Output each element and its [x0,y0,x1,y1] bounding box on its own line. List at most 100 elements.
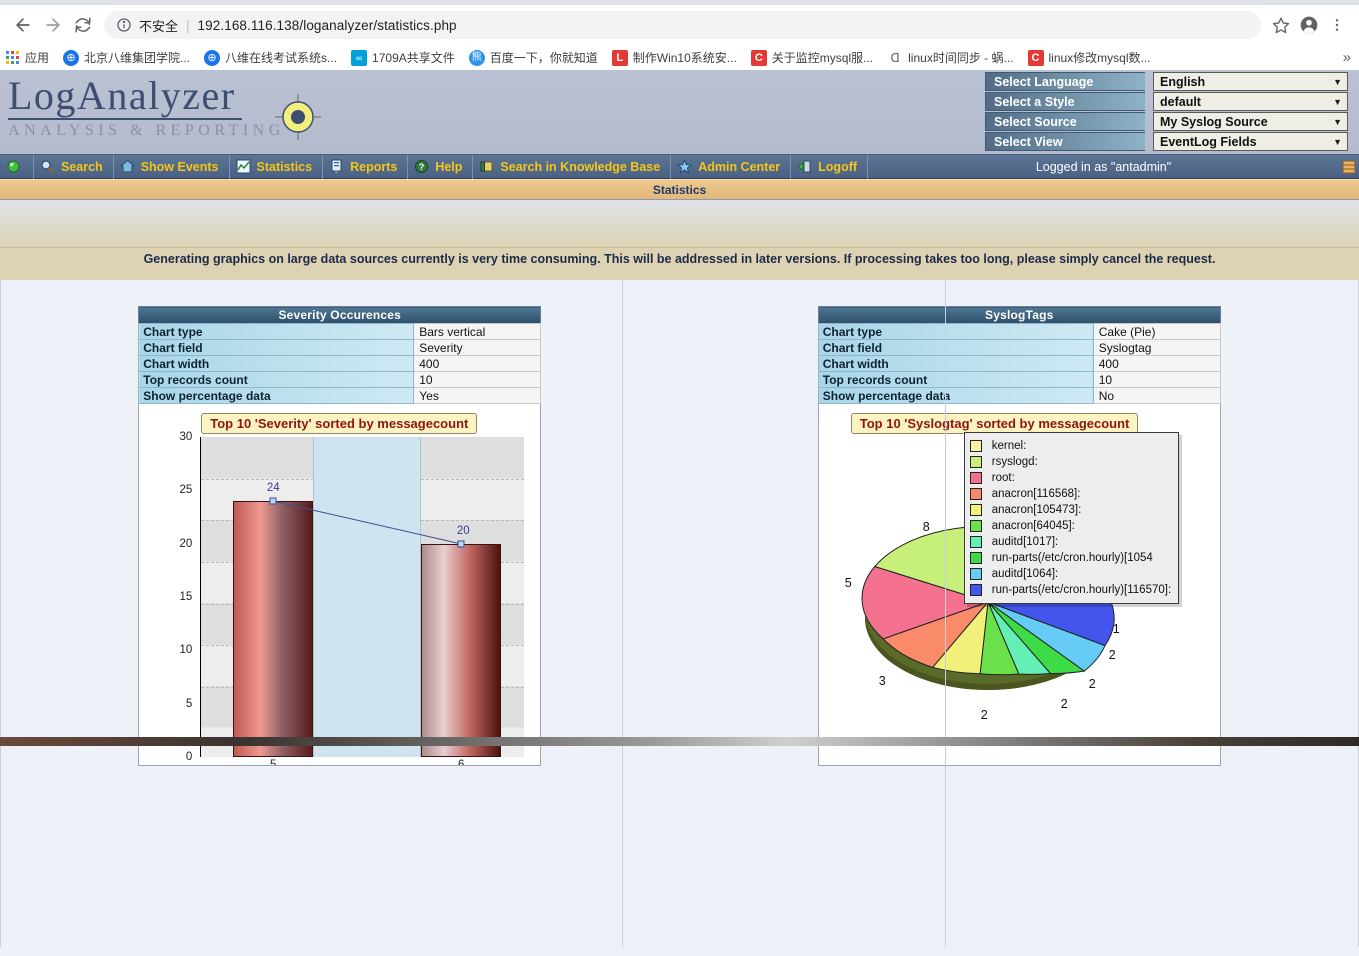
config-key: Chart field [818,340,1093,356]
bookmark-item-6[interactable]: C 关于监控mysql服... [751,49,873,66]
chevron-down-icon: ▼ [1333,133,1342,152]
config-key: Show percentage data [139,388,414,404]
main-navigation: Search Show Events Statistics Reports ? … [0,155,1359,179]
bookmark-item-8[interactable]: C linux修改mysql数... [1028,49,1151,66]
desktop-taskbar-strip [0,737,1359,746]
config-value: 10 [414,372,541,388]
view-select-value: EventLog Fields [1160,135,1257,149]
options-panel: Select Language English ▼ Select a Style… [985,70,1359,152]
pie-value-label-8: 8 [923,520,930,534]
nav-label: Search in Knowledge Base [500,160,660,174]
nav-item-statistics[interactable]: Statistics [230,155,324,179]
nav-item-search[interactable]: Search [34,155,114,179]
bar-plot-area: 24 20 5 6 30 25 20 15 10 [200,437,524,757]
legend-item: root: [970,470,1171,486]
config-value: Bars vertical [414,324,541,340]
bookmark-item-4[interactable]: 熊 百度一下，你就知道 [469,49,598,66]
omnibox-divider: | [186,18,190,33]
config-key: Chart field [139,340,414,356]
column-divider-mid [622,280,623,947]
pie-value-label-2a: 2 [981,708,988,722]
source-select[interactable]: My Syslog Source ▼ [1153,112,1348,131]
y-tick: 10 [179,644,192,656]
legend-swatch [970,440,982,452]
apps-grid-icon [6,51,19,64]
option-row-view: Select View EventLog Fields ▼ [985,132,1353,151]
security-label: 不安全 [139,16,178,35]
trend-line [201,437,524,757]
pie-value-label-2d: 2 [1109,648,1116,662]
globe-icon: ⊕ [204,50,220,66]
bookmark-item-3[interactable]: ∞ 1709A共享文件 [351,49,455,66]
nav-label: Logoff [818,160,857,174]
star-icon [677,159,692,174]
nav-item-admin-center[interactable]: Admin Center [671,155,791,179]
reload-icon[interactable] [68,10,98,40]
back-arrow-icon[interactable] [8,10,38,40]
legend-label: auditd[1064]: [992,568,1059,580]
bookmark-item-5[interactable]: L 制作Win10系统安... [612,49,737,66]
config-value: 400 [414,356,541,372]
nav-item-reports[interactable]: Reports [323,155,408,179]
exit-door-icon [797,159,812,174]
bar-x-label-1: 6 [458,759,464,766]
config-key: Top records count [139,372,414,388]
bookmark-label: 北京八维集团学院... [84,49,190,66]
legend-label: run-parts(/etc/cron.hourly)[116570]: [992,584,1171,596]
y-tick: 20 [179,538,192,550]
bookmark-item-2[interactable]: ⊕ 八维在线考试系统s... [204,49,337,66]
url-text: 192.168.116.138/loganalyzer/statistics.p… [198,18,457,33]
target-logo-icon [275,94,321,140]
pie-value-label-1: 1 [1113,622,1120,636]
legend-item: auditd[1017]: [970,534,1171,550]
view-select[interactable]: EventLog Fields ▼ [1153,132,1348,151]
option-label: Select Language [985,72,1145,91]
legend-label: run-parts(/etc/cron.hourly)[1054 [992,552,1153,564]
forward-arrow-icon[interactable] [38,10,68,40]
nav-item-knowledge-base[interactable]: Search in Knowledge Base [473,155,671,179]
pie-legend: kernel: rsyslogd: root: anacron[116568]:… [964,432,1179,604]
y-tick: 30 [179,431,192,443]
profile-avatar-icon[interactable] [1295,10,1323,40]
bookmarks-overflow-icon[interactable]: » [1343,49,1351,66]
bookmark-item-7[interactable]: ᗡ linux时间同步 - 蜗... [887,49,1013,66]
nav-label: Statistics [257,160,313,174]
config-value: Cake (Pie) [1093,324,1220,340]
option-row-language: Select Language English ▼ [985,72,1353,91]
script-icon: ᗡ [887,50,903,66]
nav-end-icon-container[interactable] [1339,160,1359,174]
bookmark-label: 应用 [25,49,49,66]
pie-value-label-5: 5 [845,576,852,590]
house-icon [120,159,135,174]
data-point-marker [458,540,465,547]
three-dot-menu-icon[interactable] [1323,10,1351,40]
source-select-value: My Syslog Source [1160,115,1268,129]
syslogtags-config-table: SyslogTags Chart type Cake (Pie) Chart f… [818,306,1221,404]
legend-label: kernel: [992,440,1027,452]
chevron-down-icon: ▼ [1333,113,1342,132]
config-value: Yes [414,388,541,404]
bar-x-label-0: 5 [270,759,276,766]
style-select[interactable]: default ▼ [1153,92,1348,111]
bookmark-star-icon[interactable] [1267,10,1295,40]
nav-item-logoff[interactable]: Logoff [791,155,868,179]
bookmark-label: 百度一下，你就知道 [490,49,598,66]
bookmark-item-apps[interactable]: 应用 [6,49,49,66]
site-info-icon[interactable] [116,17,132,33]
nav-item-show-events[interactable]: Show Events [114,155,230,179]
nav-item-help[interactable]: ? Help [408,155,473,179]
legend-item: anacron[116568]: [970,486,1171,502]
address-bar[interactable]: 不安全 | 192.168.116.138/loganalyzer/statis… [104,11,1261,39]
chevron-down-icon: ▼ [1333,73,1342,92]
config-value: Syslogtag [1093,340,1220,356]
option-label: Select a Style [985,92,1145,111]
bookmark-item-1[interactable]: ⊕ 北京八维集团学院... [63,49,190,66]
syslogtags-pie-chart: Top 10 'Syslogtag' sorted by messagecoun… [818,404,1221,766]
language-select[interactable]: English ▼ [1153,72,1348,91]
config-value: No [1093,388,1220,404]
notice-message: Generating graphics on large data source… [0,248,1359,280]
bookmark-label: 关于监控mysql服... [772,49,873,66]
option-row-source: Select Source My Syslog Source ▼ [985,112,1353,131]
nav-label: Help [435,160,462,174]
bar-chart-title: Top 10 'Severity' sorted by messagecount [201,413,477,434]
